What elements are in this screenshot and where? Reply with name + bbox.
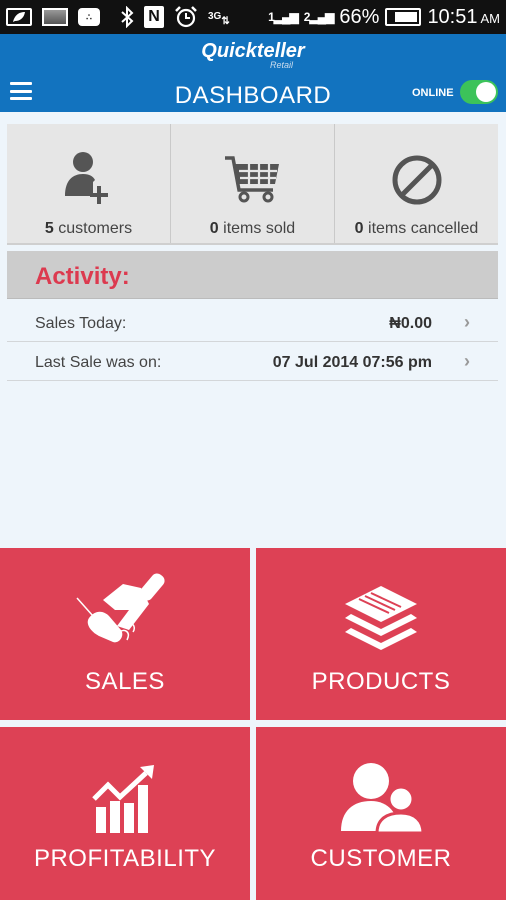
stat-items-sold[interactable]: 0 items sold [171,124,335,243]
image-icon [42,8,68,26]
tile-profitability[interactable]: PROFITABILITY [0,727,250,900]
row-value: ₦0.00 [389,315,432,332]
stat-count: 0 [354,220,364,237]
stat-text: customers [58,220,133,237]
handshake-icon [76,573,165,643]
tile-customer[interactable]: CUSTOMER [256,727,506,900]
battery-icon [385,8,422,26]
battery-percent: 66% [339,5,380,28]
cancel-icon [392,155,441,205]
quickteller-logo: Quickteller [201,40,305,62]
row-label: Last Sale was on: [35,354,162,371]
signal-sim1-icon: 1▂▄▆ [268,10,299,24]
tile-label: CUSTOMER [310,845,452,872]
stats-panel: 5 customers 0 items sold 0 items cancell… [7,124,498,245]
signal-sim2-icon: 2▂▄▆ [303,10,335,24]
users-icon [341,763,423,835]
chevron-right-icon: › [464,351,470,371]
tile-label: PRODUCTS [311,668,451,695]
tile-products[interactable]: PRODUCTS [256,548,506,720]
stat-count: 0 [209,220,219,237]
activity-header: Activity: [7,251,498,299]
status-bar: ∴ N 3G ⇅ 1▂▄▆ 2▂▄▆ 66% 10:51 AM [0,0,506,34]
row-label: Sales Today: [35,315,127,332]
activity-row-sales-today[interactable]: Sales Today: ₦0.00 › [7,304,498,342]
alarm-icon [174,5,198,29]
stat-label: 0 items sold [171,220,334,238]
nfc-icon: N [144,6,164,28]
row-value: 07 Jul 2014 07:56 pm [272,354,432,371]
stat-text: items cancelled [368,220,479,237]
network-type: 3G [208,11,222,22]
bbm-chat-icon: ∴ [78,8,100,26]
online-label: ONLINE [412,87,454,99]
leaf-battery-saver-icon [6,8,32,26]
3g-data-icon: 3G ⇅ [208,11,230,27]
toggle-knob [476,82,496,102]
sim2-label: 2 [303,10,311,24]
stat-text: items sold [223,220,296,237]
clock-time: 10:51 [427,5,478,28]
bluetooth-icon [120,6,134,28]
tile-label: SALES [85,668,165,695]
tile-label: PROFITABILITY [33,845,217,872]
clock: 10:51 AM [427,6,500,29]
stat-items-cancelled[interactable]: 0 items cancelled [335,124,498,243]
tile-sales[interactable]: SALES [0,548,250,720]
app-header: Quickteller Retail DASHBOARD ONLINE [0,34,506,112]
stat-count: 5 [44,220,54,237]
chevron-right-icon: › [464,312,470,332]
stat-label: 0 items cancelled [335,220,498,238]
logo-subtitle: Retail [270,60,294,70]
stat-label: 5 customers [7,220,170,238]
layers-icon [345,586,417,650]
growth-chart-icon [92,765,154,833]
online-toggle[interactable] [460,80,498,104]
activity-row-last-sale[interactable]: Last Sale was on: 07 Jul 2014 07:56 pm › [7,343,498,381]
clock-ampm: AM [480,10,501,26]
shopping-cart-icon [224,156,279,203]
add-user-icon [64,152,108,204]
sim1-label: 1 [268,10,275,24]
activity-title: Activity: [35,263,130,290]
stat-customers[interactable]: 5 customers [7,124,171,243]
